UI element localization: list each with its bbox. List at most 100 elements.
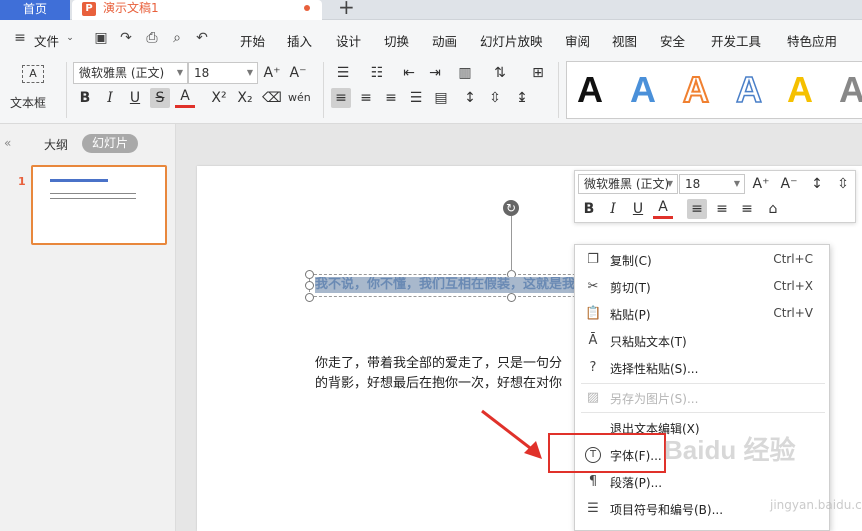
menu-item-paste[interactable]: 📋 粘贴(P) Ctrl+V bbox=[575, 301, 831, 327]
menu-start[interactable]: 开始 bbox=[240, 31, 265, 50]
numbering-icon[interactable]: ☷ bbox=[367, 63, 387, 83]
menu-features[interactable]: 特色应用 bbox=[787, 31, 837, 50]
menu-design[interactable]: 设计 bbox=[336, 31, 361, 50]
align-left-button[interactable]: ≡ bbox=[687, 199, 707, 219]
menu-slideshow[interactable]: 幻灯片放映 bbox=[480, 31, 543, 50]
align-right-button[interactable]: ≡ bbox=[737, 199, 757, 219]
menu-item-paste-special[interactable]: ? 选择性粘贴(S)... bbox=[575, 355, 831, 381]
align-text-icon[interactable]: ⊞ bbox=[528, 63, 548, 83]
resize-handle[interactable] bbox=[507, 293, 516, 302]
menu-file[interactable]: 文件 bbox=[34, 31, 59, 50]
menu-item-save-as-image: ▨ 另存为图片(S)... bbox=[575, 385, 831, 411]
paragraph-spacing-icon[interactable]: ⇳ bbox=[833, 174, 853, 194]
decrease-font-icon[interactable]: A⁻ bbox=[779, 174, 799, 194]
undo-icon[interactable]: ↶ bbox=[194, 30, 210, 46]
resize-handle[interactable] bbox=[305, 281, 314, 290]
align-left-button[interactable]: ≡ bbox=[331, 88, 351, 108]
phonetic-icon[interactable]: wén bbox=[288, 88, 311, 108]
tab-outline[interactable]: 大纲 bbox=[44, 136, 68, 153]
scissors-icon: ✂ bbox=[587, 279, 599, 294]
decrease-indent-icon[interactable]: ⇤ bbox=[399, 63, 419, 83]
slide-thumbnail[interactable] bbox=[31, 165, 167, 245]
style-gray[interactable]: A bbox=[839, 66, 862, 114]
text-direction-icon[interactable]: ⇅ bbox=[490, 63, 510, 83]
superscript-button[interactable]: X² bbox=[209, 88, 229, 108]
style-black[interactable]: A bbox=[577, 66, 603, 114]
resize-handle[interactable] bbox=[305, 293, 314, 302]
bold-button[interactable]: B bbox=[75, 88, 95, 108]
increase-font-icon[interactable]: A⁺ bbox=[262, 63, 282, 83]
print-icon[interactable]: ⎙ bbox=[144, 30, 160, 46]
line-spacing-icon[interactable]: ↕ bbox=[460, 88, 480, 108]
menu-insert[interactable]: 插入 bbox=[287, 31, 312, 50]
resize-handle[interactable] bbox=[305, 270, 314, 279]
textbox-label: 文本框 bbox=[10, 96, 47, 110]
format-painter-icon[interactable]: ⌂ bbox=[763, 199, 783, 219]
justify-button[interactable]: ☰ bbox=[406, 88, 426, 108]
chevron-down-icon[interactable]: ⌄ bbox=[62, 30, 78, 46]
italic-button[interactable]: I bbox=[603, 199, 623, 219]
bullets-icon[interactable]: ☰ bbox=[333, 63, 353, 83]
paragraph-spacing-icon[interactable]: ⇳ bbox=[485, 88, 505, 108]
save-icon[interactable]: ▣ bbox=[93, 30, 109, 46]
menu-security[interactable]: 安全 bbox=[660, 31, 685, 50]
strikethrough-button[interactable]: S bbox=[150, 88, 170, 108]
hamburger-icon[interactable]: ≡ bbox=[12, 30, 28, 46]
font-color-button[interactable]: A bbox=[175, 88, 195, 108]
align-center-button[interactable]: ≡ bbox=[356, 88, 376, 108]
font-name-select[interactable]: 微软雅黑 (正文) ▼ bbox=[73, 62, 188, 84]
bold-button[interactable]: B bbox=[579, 199, 599, 219]
align-center-button[interactable]: ≡ bbox=[712, 199, 732, 219]
style-yellow[interactable]: A bbox=[787, 66, 813, 114]
print-preview-icon[interactable]: ⌕ bbox=[169, 30, 185, 46]
distribute-button[interactable]: ▤ bbox=[431, 88, 451, 108]
increase-indent-icon[interactable]: ⇥ bbox=[425, 63, 445, 83]
font-size-select[interactable]: 18 ▼ bbox=[188, 62, 258, 84]
underline-button[interactable]: U bbox=[628, 199, 648, 219]
spacing-options-icon[interactable]: ↨ bbox=[512, 88, 532, 108]
line-spacing-icon[interactable]: ↕ bbox=[807, 174, 827, 194]
divider bbox=[558, 62, 559, 118]
clear-format-icon[interactable]: ⌫ bbox=[262, 88, 282, 108]
mini-font-size-select[interactable]: 18 ▼ bbox=[679, 174, 745, 194]
style-blue-outline[interactable]: A bbox=[735, 66, 763, 114]
textbox-button[interactable]: A 文本框 bbox=[8, 62, 60, 114]
export-icon[interactable]: ↷ bbox=[118, 30, 134, 46]
menu-item-cut[interactable]: ✂ 剪切(T) Ctrl+X bbox=[575, 274, 831, 300]
menu-developer[interactable]: 开发工具 bbox=[711, 31, 761, 50]
style-orange-outline[interactable]: A bbox=[682, 66, 710, 114]
italic-button[interactable]: I bbox=[100, 88, 120, 108]
menu-separator bbox=[581, 412, 825, 413]
menu-item-label: 选择性粘贴(S)... bbox=[610, 362, 699, 376]
increase-font-icon[interactable]: A⁺ bbox=[751, 174, 771, 194]
align-right-button[interactable]: ≡ bbox=[381, 88, 401, 108]
slide-body-text[interactable]: 你走了，带着我全部的爱走了，只是一句分 的背影，好想最后在抱你一次，好想在对你 bbox=[315, 354, 595, 394]
new-tab-button[interactable]: + bbox=[338, 0, 355, 17]
font-color-button[interactable]: A bbox=[653, 199, 673, 219]
menu-item-label: 剪切(T) bbox=[610, 281, 651, 295]
menu-review[interactable]: 审阅 bbox=[565, 31, 590, 50]
menu-item-copy[interactable]: ❐ 复制(C) Ctrl+C bbox=[575, 247, 831, 273]
columns-icon[interactable]: ▥ bbox=[455, 63, 475, 83]
chevron-down-icon: ▼ bbox=[666, 179, 673, 188]
underline-button[interactable]: U bbox=[125, 88, 145, 108]
subscript-button[interactable]: X₂ bbox=[235, 88, 255, 108]
collapse-icon[interactable]: « bbox=[4, 136, 11, 150]
menu-item-label: 粘贴(P) bbox=[610, 308, 651, 322]
menu-view[interactable]: 视图 bbox=[612, 31, 637, 50]
tab-home[interactable]: 首页 bbox=[0, 0, 70, 20]
body-line: 的背影，好想最后在抱你一次，好想在对你 bbox=[315, 376, 563, 391]
decrease-font-icon[interactable]: A⁻ bbox=[288, 63, 308, 83]
tab-slides[interactable]: 幻灯片 bbox=[82, 134, 138, 153]
menu-item-paste-text[interactable]: Ā 只粘贴文本(T) bbox=[575, 328, 831, 354]
menu-item-label: 项目符号和编号(B)... bbox=[610, 503, 724, 517]
style-blue[interactable]: A bbox=[630, 66, 656, 114]
menu-separator bbox=[581, 383, 825, 384]
menu-bar: ≡ 文件 ⌄ ▣ ↷ ⎙ ⌕ ↶ 开始 插入 设计 切换 动画 幻灯片放映 审阅… bbox=[0, 20, 862, 58]
tab-document[interactable]: P 演示文稿1 bbox=[72, 0, 322, 20]
mini-font-name-select[interactable]: 微软雅黑 (正文) ▼ bbox=[578, 174, 678, 194]
rotate-handle-icon[interactable]: ↻ bbox=[503, 200, 519, 216]
text-style-gallery[interactable]: A A A A A A bbox=[566, 61, 862, 119]
menu-animation[interactable]: 动画 bbox=[432, 31, 457, 50]
menu-transition[interactable]: 切换 bbox=[384, 31, 409, 50]
